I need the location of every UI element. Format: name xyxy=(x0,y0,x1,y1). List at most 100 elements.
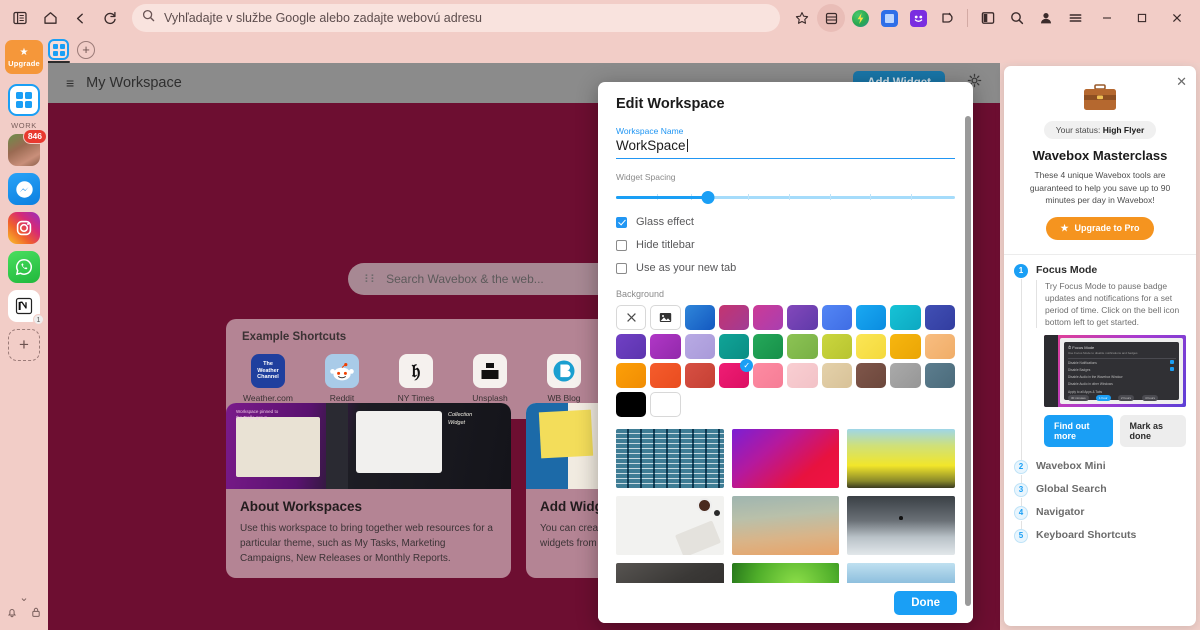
search-tabs-icon[interactable] xyxy=(1003,4,1031,32)
custom-image-swatch[interactable] xyxy=(650,305,680,330)
color-swatch[interactable] xyxy=(925,363,955,388)
bookmark-star-icon[interactable] xyxy=(788,4,816,32)
color-swatch[interactable] xyxy=(753,305,783,330)
color-swatch[interactable] xyxy=(685,305,715,330)
done-button[interactable]: Done xyxy=(894,591,957,615)
sidebar-app-notion[interactable]: 1 xyxy=(8,290,40,322)
color-swatch[interactable] xyxy=(856,305,886,330)
bg-yellow-festival[interactable] xyxy=(847,429,955,488)
shortcut-item[interactable]: Unsplash xyxy=(464,354,516,403)
extension-purple-icon[interactable] xyxy=(904,4,932,32)
color-swatch[interactable] xyxy=(650,392,680,417)
reload-icon[interactable] xyxy=(96,4,124,32)
step-global-search[interactable]: 3 Global Search xyxy=(1004,474,1196,497)
color-swatch[interactable] xyxy=(890,305,920,330)
sidebar-app-whatsapp[interactable] xyxy=(8,251,40,283)
wavebox-extension-icon[interactable] xyxy=(846,4,874,32)
color-swatch[interactable] xyxy=(685,363,715,388)
close-icon[interactable]: ✕ xyxy=(1176,74,1187,90)
card-text: Use this workspace to bring together web… xyxy=(240,521,497,566)
widget-spacing-slider[interactable] xyxy=(616,189,955,205)
color-swatch[interactable] xyxy=(856,363,886,388)
focus-mode-screenshot[interactable]: ⏱ Focus Mode Use Focus Mode to disable n… xyxy=(1044,335,1186,407)
shortcut-item[interactable]: Reddit xyxy=(316,354,368,403)
dialog-scrollbar[interactable] xyxy=(965,116,971,606)
about-workspaces-card[interactable]: Workspace pinned tothe Trello group Coll… xyxy=(226,403,511,578)
shortcut-item[interactable]: 𝔥 NY Times xyxy=(390,354,442,403)
color-swatch[interactable] xyxy=(890,363,920,388)
address-bar-text: Vyhľadajte v službe Google alebo zadajte… xyxy=(164,11,482,25)
color-swatch[interactable] xyxy=(925,305,955,330)
color-swatch[interactable] xyxy=(787,305,817,330)
workspace-tab[interactable] xyxy=(48,39,69,60)
color-swatch[interactable] xyxy=(616,392,646,417)
step-keyboard-shortcuts[interactable]: 5 Keyboard Shortcuts xyxy=(1004,520,1196,543)
sidebar-app-messenger[interactable] xyxy=(8,173,40,205)
shortcut-item[interactable]: WB Blog xyxy=(538,354,590,403)
bg-teal-orange-gradient[interactable] xyxy=(732,496,840,555)
color-swatch[interactable] xyxy=(856,334,886,359)
menu-icon[interactable] xyxy=(1061,4,1089,32)
color-swatch[interactable] xyxy=(616,334,646,359)
home-icon[interactable] xyxy=(36,4,64,32)
extension-blue-icon[interactable] xyxy=(875,4,903,32)
color-swatch[interactable] xyxy=(650,334,680,359)
sidebar-toggle-icon[interactable] xyxy=(6,4,34,32)
color-swatch[interactable] xyxy=(719,305,749,330)
color-swatch[interactable] xyxy=(719,334,749,359)
maximize-button[interactable] xyxy=(1125,3,1159,33)
workspace-menu-icon[interactable]: ≡ xyxy=(66,75,74,91)
color-swatch[interactable] xyxy=(787,363,817,388)
sidebar-app-instagram[interactable] xyxy=(8,212,40,244)
step-navigator[interactable]: 4 Navigator xyxy=(1004,497,1196,520)
bg-pink-purple-gradient[interactable] xyxy=(732,429,840,488)
color-swatch[interactable] xyxy=(753,363,783,388)
color-swatch[interactable] xyxy=(890,334,920,359)
search-input[interactable]: Search Wavebox & the web... xyxy=(386,272,544,286)
back-icon[interactable] xyxy=(66,4,94,32)
color-swatch[interactable] xyxy=(650,363,680,388)
sidebar-workspace-button[interactable] xyxy=(8,84,40,116)
use-as-new-tab-checkbox[interactable]: Use as your new tab xyxy=(616,262,955,274)
bg-white-desk-keyboard[interactable] xyxy=(616,496,724,555)
slider-thumb[interactable] xyxy=(701,191,714,204)
bg-blue-brick-wall[interactable] xyxy=(616,429,724,488)
chevron-down-icon[interactable]: ⌄ xyxy=(19,594,28,602)
close-button[interactable] xyxy=(1160,3,1194,33)
reading-list-icon[interactable] xyxy=(817,4,845,32)
bell-icon[interactable] xyxy=(6,605,18,623)
address-bar[interactable]: Vyhľadajte v službe Google alebo zadajte… xyxy=(132,4,780,32)
color-swatch[interactable] xyxy=(753,334,783,359)
color-swatch[interactable] xyxy=(685,334,715,359)
workspace-name-input[interactable]: WorkSpace xyxy=(616,138,955,159)
glass-effect-checkbox[interactable]: Glass effect xyxy=(616,216,955,228)
add-app-button[interactable]: + xyxy=(8,329,40,361)
new-tab-button[interactable]: + xyxy=(77,41,95,59)
extension-outline-icon[interactable] xyxy=(933,4,961,32)
find-out-more-button[interactable]: Find out more xyxy=(1044,415,1113,447)
upgrade-to-pro-button[interactable]: ★ Upgrade to Pro xyxy=(1046,217,1153,240)
shortcut-item[interactable]: TheWeatherChannel Weather.com xyxy=(242,354,294,403)
dialog-scroll-area[interactable]: Edit Workspace Workspace Name WorkSpace … xyxy=(598,82,973,623)
grid-icon xyxy=(16,92,32,108)
hide-titlebar-checkbox[interactable]: Hide titlebar xyxy=(616,239,955,251)
no-background-swatch[interactable] xyxy=(616,305,646,330)
color-swatch[interactable] xyxy=(822,305,852,330)
profile-icon[interactable] xyxy=(1032,4,1060,32)
drag-handle-icon[interactable]: ⠇⠇ xyxy=(364,273,376,286)
color-swatch[interactable] xyxy=(616,363,646,388)
minimize-button[interactable] xyxy=(1090,3,1124,33)
lock-icon[interactable] xyxy=(30,605,42,623)
sidebar-app-profile[interactable]: 846 xyxy=(8,134,40,166)
step-focus-mode[interactable]: 1 Focus Mode Try Focus Mode to pause bad… xyxy=(1004,255,1196,451)
bg-bird-over-mountains[interactable] xyxy=(847,496,955,555)
color-swatch[interactable] xyxy=(787,334,817,359)
step-wavebox-mini[interactable]: 2 Wavebox Mini xyxy=(1004,451,1196,474)
upgrade-button[interactable]: ★ Upgrade xyxy=(5,40,43,74)
color-swatch[interactable] xyxy=(925,334,955,359)
split-view-icon[interactable] xyxy=(974,4,1002,32)
color-swatch[interactable] xyxy=(822,363,852,388)
color-swatch[interactable]: ✓ xyxy=(719,363,749,388)
mark-as-done-button[interactable]: Mark as done xyxy=(1120,415,1187,447)
color-swatch[interactable] xyxy=(822,334,852,359)
